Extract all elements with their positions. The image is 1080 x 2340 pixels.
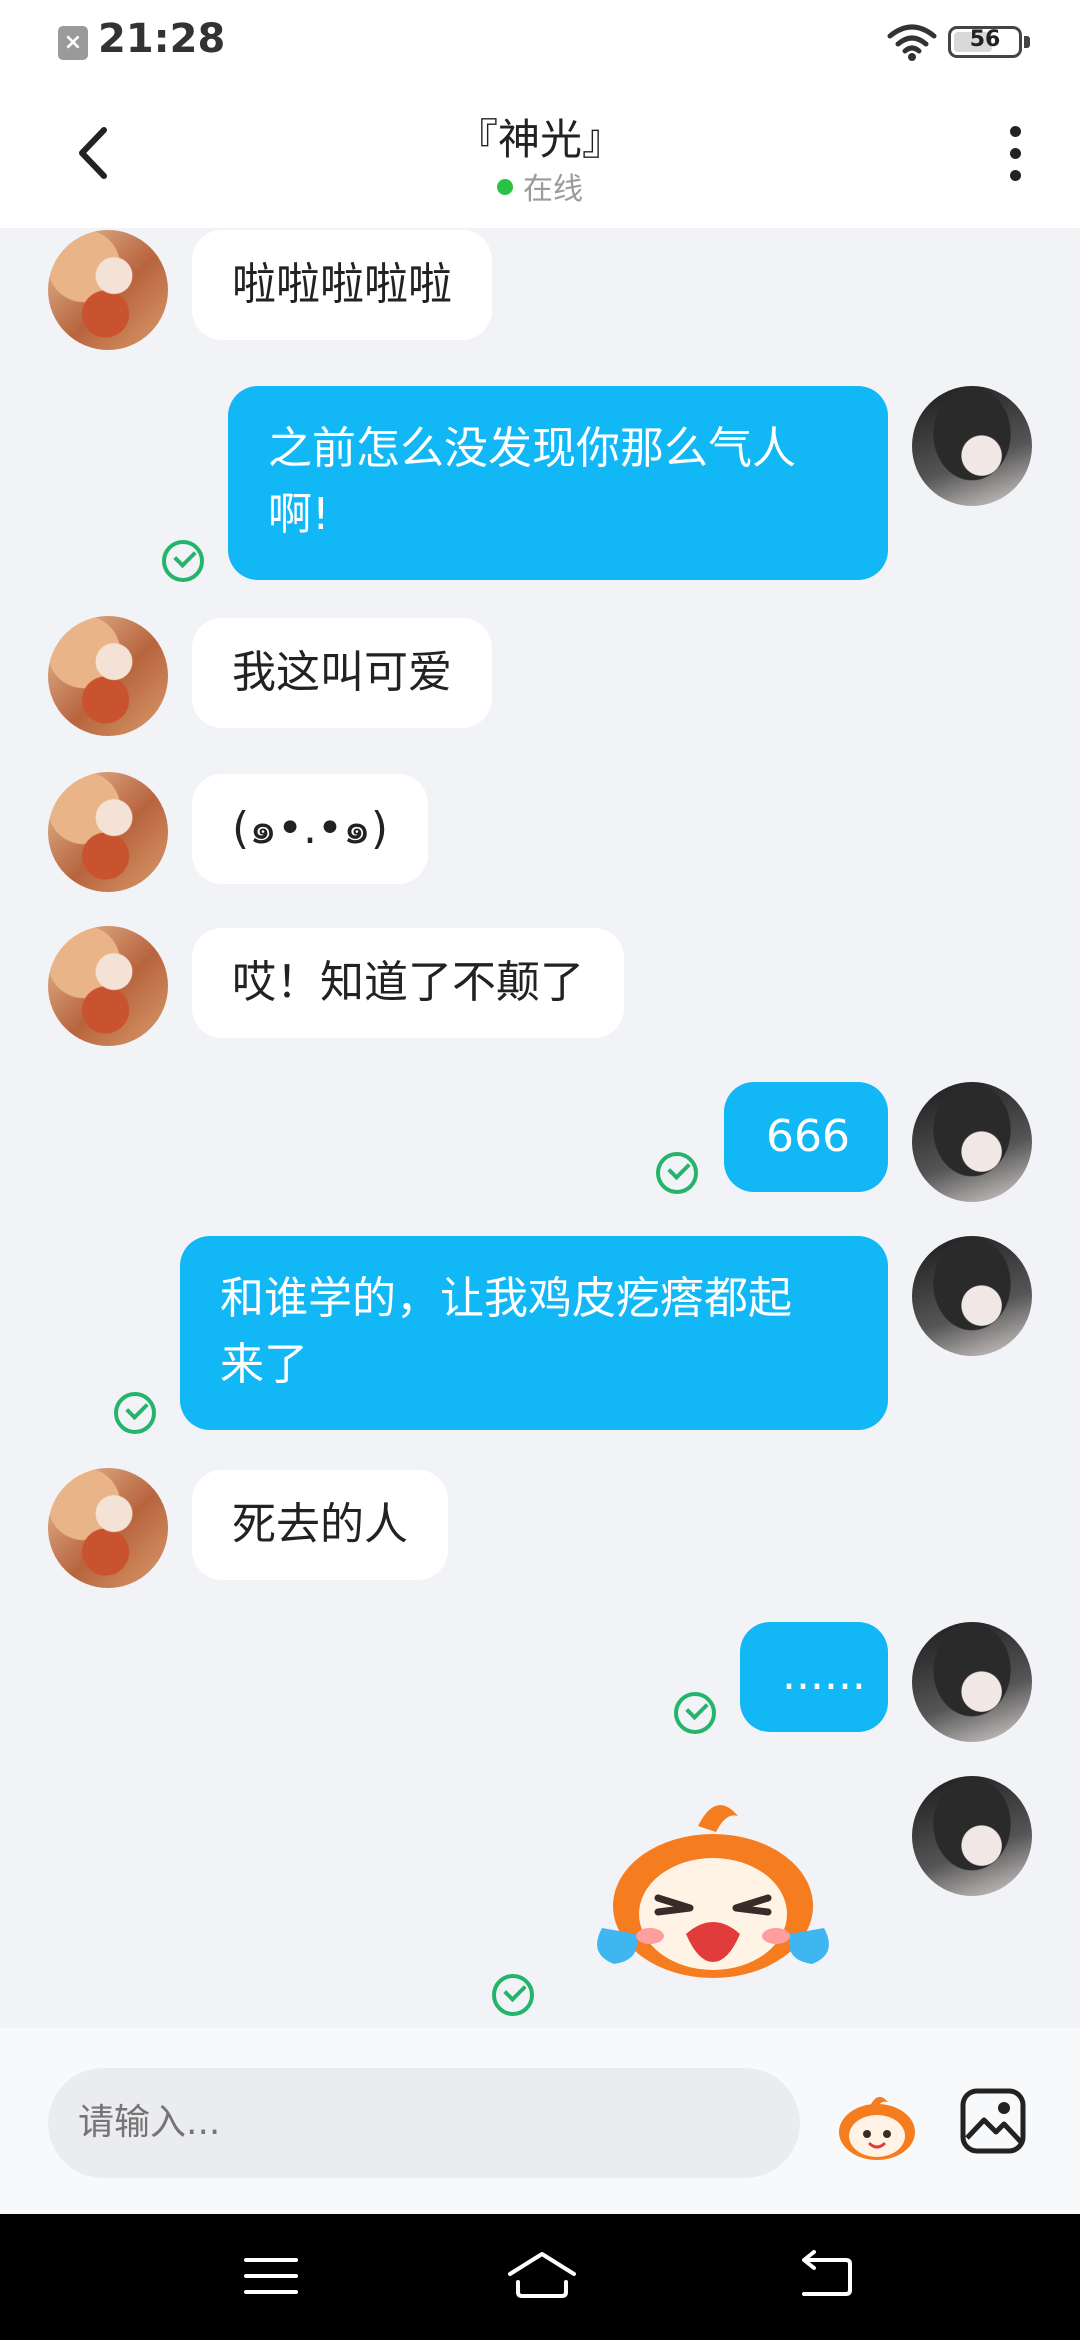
wifi-icon [887, 24, 937, 61]
my-avatar[interactable] [912, 1622, 1032, 1742]
more-dot [1009, 148, 1021, 159]
message-bubble-outgoing[interactable]: 之前怎么没发现你那么气人 啊! [228, 386, 888, 580]
read-check-icon [492, 1974, 534, 2016]
friend-avatar[interactable] [48, 772, 168, 892]
friend-avatar[interactable] [48, 1468, 168, 1588]
message-line: 啊! [268, 489, 330, 540]
message-line: 和谁学的，让我鸡皮疙瘩都起 [220, 1273, 792, 1324]
image-icon[interactable] [958, 2086, 1028, 2156]
battery-level: 56 [969, 27, 1001, 52]
mascot-emoji-icon[interactable] [834, 2088, 920, 2162]
online-dot-icon [497, 179, 513, 195]
message-bubble-outgoing[interactable]: 666 [724, 1082, 888, 1192]
chat-header: 『神光』 在线 [0, 84, 1080, 228]
battery-cap [1024, 36, 1030, 48]
menu-icon[interactable] [236, 2246, 306, 2306]
my-avatar[interactable] [912, 1236, 1032, 1356]
friend-avatar[interactable] [48, 230, 168, 350]
message-input-bar [0, 2028, 1080, 2214]
home-icon[interactable] [504, 2246, 580, 2306]
chat-title: 『神光』 [455, 115, 624, 164]
message-bubble-incoming[interactable]: 死去的人 [192, 1470, 448, 1580]
crying-mascot-sticker[interactable] [588, 1786, 838, 1986]
status-bar: × 21:28 56 [0, 0, 1080, 84]
battery-icon: 56 [948, 26, 1022, 58]
notification-x-icon: × [58, 26, 88, 60]
status-time: 21:28 [98, 16, 226, 62]
system-navigation-bar [0, 2214, 1080, 2340]
read-check-icon [674, 1692, 716, 1734]
message-bubble-outgoing[interactable]: ...... [740, 1622, 888, 1732]
read-check-icon [114, 1392, 156, 1434]
online-status: 在线 [0, 164, 1080, 208]
message-bubble-incoming[interactable]: (๑•.•๑) [192, 774, 429, 884]
my-avatar[interactable] [912, 1776, 1032, 1896]
message-line: 来了 [220, 1339, 308, 1390]
read-check-icon [162, 540, 204, 582]
more-options-button[interactable] [1000, 126, 1030, 196]
message-bubble-incoming[interactable]: 我这叫可爱 [192, 618, 492, 728]
friend-avatar[interactable] [48, 926, 168, 1046]
back-icon[interactable] [790, 2246, 860, 2306]
message-line: 之前怎么没发现你那么气人 [268, 423, 796, 474]
more-dot [1009, 170, 1021, 181]
message-bubble-incoming[interactable]: 啦啦啦啦啦 [192, 230, 492, 340]
more-dot [1009, 126, 1021, 137]
message-input[interactable] [48, 2068, 800, 2178]
online-status-text: 在线 [523, 172, 583, 207]
friend-avatar[interactable] [48, 616, 168, 736]
read-check-icon [656, 1152, 698, 1194]
my-avatar[interactable] [912, 1082, 1032, 1202]
message-bubble-outgoing[interactable]: 和谁学的，让我鸡皮疙瘩都起 来了 [180, 1236, 888, 1430]
chat-message-list[interactable]: 啦啦啦啦啦 之前怎么没发现你那么气人 啊! 我这叫可爱 (๑•.•๑) 哎！知道… [0, 228, 1080, 2028]
my-avatar[interactable] [912, 386, 1032, 506]
message-bubble-incoming[interactable]: 哎！知道了不颠了 [192, 928, 624, 1038]
